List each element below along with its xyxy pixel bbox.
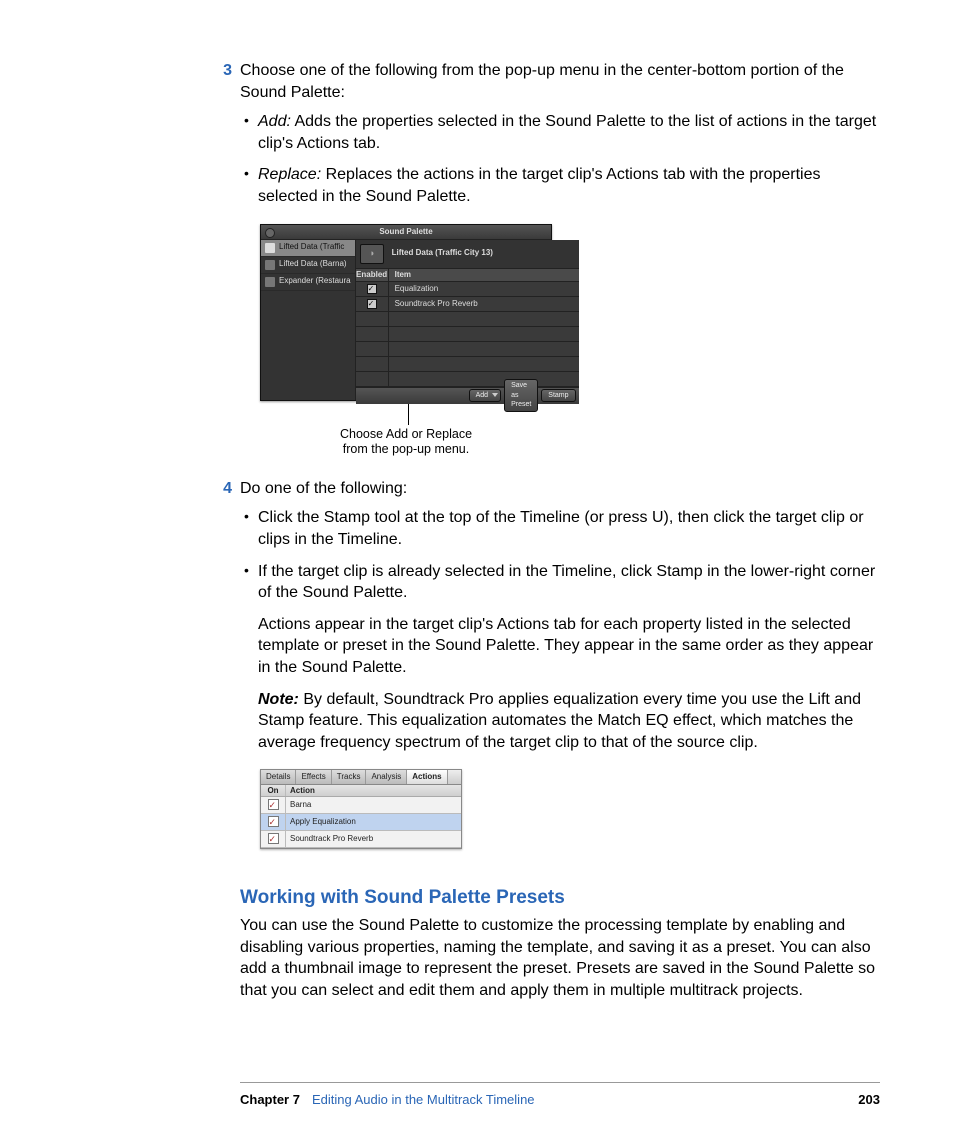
sound-palette-titlebar: Sound Palette (261, 225, 551, 240)
actions-tab-figure: Details Effects Tracks Analysis Actions … (260, 769, 880, 849)
page-footer: Chapter 7 Editing Audio in the Multitrac… (240, 1082, 880, 1109)
footer-title: Editing Audio in the Multitrack Timeline (312, 1091, 858, 1109)
preset-icon (265, 243, 275, 253)
section-heading: Working with Sound Palette Presets (240, 885, 880, 911)
note-text: By default, Soundtrack Pro applies equal… (258, 691, 861, 751)
tab-effects[interactable]: Effects (296, 770, 331, 784)
sidebar-item-0[interactable]: Lifted Data (Traffic (261, 240, 355, 257)
callout-text: Choose Add or Replace from the pop-up me… (316, 427, 496, 458)
bullet-stamp-button: If the target clip is already selected i… (240, 561, 880, 604)
table-row[interactable]: Apply Equalization (261, 814, 461, 831)
detail-header: ◑ Lifted Data (Traffic City 13) (356, 240, 579, 269)
page-content: 3 Choose one of the following from the p… (240, 60, 880, 1001)
bullet-replace: Replace: Replaces the actions in the tar… (240, 164, 880, 207)
sidebar-item-2[interactable]: Expander (Restaura (261, 274, 355, 291)
on-checkbox-cell[interactable] (261, 831, 286, 847)
sidebar-item-label: Lifted Data (Barna) (279, 259, 347, 270)
row-label: Soundtrack Pro Reverb (389, 297, 579, 311)
step-3-bullets: Add: Adds the properties selected in the… (240, 111, 880, 207)
col-item: Item (389, 269, 579, 281)
step-intro: Choose one of the following from the pop… (240, 60, 880, 103)
tab-tracks[interactable]: Tracks (332, 770, 367, 784)
sound-palette-figure: Sound Palette Lifted Data (Traffic Lifte… (260, 224, 880, 458)
sound-palette-footer: Add Save as Preset Stamp (356, 387, 579, 404)
stamp-button[interactable]: Stamp (541, 389, 575, 402)
term-add: Add: (258, 113, 291, 130)
callout-leader-line (408, 401, 409, 425)
row-label: Barna (286, 797, 461, 813)
term-replace-text: Replaces the actions in the target clip'… (258, 166, 820, 205)
preset-thumbnail-icon: ◑ (360, 244, 384, 264)
sound-palette-title: Sound Palette (379, 227, 432, 236)
detail-title: Lifted Data (Traffic City 13) (392, 248, 493, 259)
checkbox-icon[interactable] (268, 816, 279, 827)
add-mode-popup[interactable]: Add (469, 389, 501, 402)
preset-icon (265, 277, 275, 287)
close-icon[interactable] (265, 228, 275, 238)
enabled-checkbox-cell[interactable] (356, 282, 389, 296)
sidebar-item-label: Expander (Restaura (279, 276, 351, 287)
tab-details[interactable]: Details (261, 770, 296, 784)
properties-table: Enabled Item Equalization Soundtrack Pro (356, 269, 579, 387)
checkbox-icon[interactable] (268, 799, 279, 810)
actions-tabs: Details Effects Tracks Analysis Actions (261, 770, 461, 785)
step-number: 3 (210, 60, 232, 82)
sound-palette-sidebar: Lifted Data (Traffic Lifted Data (Barna)… (261, 240, 356, 400)
tab-analysis[interactable]: Analysis (366, 770, 407, 784)
step-3: 3 Choose one of the following from the p… (240, 60, 880, 464)
sound-palette-detail: ◑ Lifted Data (Traffic City 13) Enabled … (356, 240, 579, 400)
checkbox-icon[interactable] (367, 299, 377, 309)
step-body: Do one of the following: Click the Stamp… (240, 478, 880, 880)
checkbox-icon[interactable] (268, 833, 279, 844)
sidebar-item-label: Lifted Data (Traffic (279, 242, 344, 253)
note-label: Note: (258, 691, 299, 708)
step-intro: Do one of the following: (240, 478, 880, 500)
col-action: Action (286, 785, 461, 796)
table-row-empty (356, 312, 579, 327)
table-row-empty (356, 342, 579, 357)
table-row[interactable]: Soundtrack Pro Reverb (261, 831, 461, 848)
row-label: Equalization (389, 282, 579, 296)
term-add-text: Adds the properties selected in the Soun… (258, 113, 876, 152)
table-row[interactable]: Equalization (356, 282, 579, 297)
footer-chapter: Chapter 7 (240, 1091, 300, 1109)
section-body: You can use the Sound Palette to customi… (240, 915, 880, 1001)
step-body: Choose one of the following from the pop… (240, 60, 880, 464)
sound-palette-body: Lifted Data (Traffic Lifted Data (Barna)… (261, 240, 551, 400)
bullet-stamp-tool: Click the Stamp tool at the top of the T… (240, 507, 880, 550)
table-row[interactable]: Barna (261, 797, 461, 814)
step-number: 4 (210, 478, 232, 500)
step-4: 4 Do one of the following: Click the Sta… (240, 478, 880, 880)
table-row-empty (356, 357, 579, 372)
table-row-empty (356, 372, 579, 387)
term-replace: Replace: (258, 166, 321, 183)
sound-palette-window: Sound Palette Lifted Data (Traffic Lifte… (260, 224, 552, 401)
on-checkbox-cell[interactable] (261, 814, 286, 830)
col-enabled: Enabled (356, 269, 389, 281)
row-label: Apply Equalization (286, 814, 461, 830)
enabled-checkbox-cell[interactable] (356, 297, 389, 311)
table-row[interactable]: Soundtrack Pro Reverb (356, 297, 579, 312)
note-paragraph: Note: By default, Soundtrack Pro applies… (258, 689, 880, 754)
footer-page-number: 203 (858, 1091, 880, 1109)
properties-header: Enabled Item (356, 269, 579, 282)
checkbox-icon[interactable] (367, 284, 377, 294)
actions-panel: Details Effects Tracks Analysis Actions … (260, 769, 462, 849)
row-label: Soundtrack Pro Reverb (286, 831, 461, 847)
tab-actions[interactable]: Actions (407, 770, 447, 784)
result-paragraph: Actions appear in the target clip's Acti… (258, 614, 880, 679)
on-checkbox-cell[interactable] (261, 797, 286, 813)
bullet-add: Add: Adds the properties selected in the… (240, 111, 880, 154)
step-4-bullets: Click the Stamp tool at the top of the T… (240, 507, 880, 603)
table-row-empty (356, 327, 579, 342)
sidebar-item-1[interactable]: Lifted Data (Barna) (261, 257, 355, 274)
actions-header: On Action (261, 785, 461, 797)
col-on: On (261, 785, 286, 796)
save-as-preset-button[interactable]: Save as Preset (504, 379, 538, 411)
preset-icon (265, 260, 275, 270)
